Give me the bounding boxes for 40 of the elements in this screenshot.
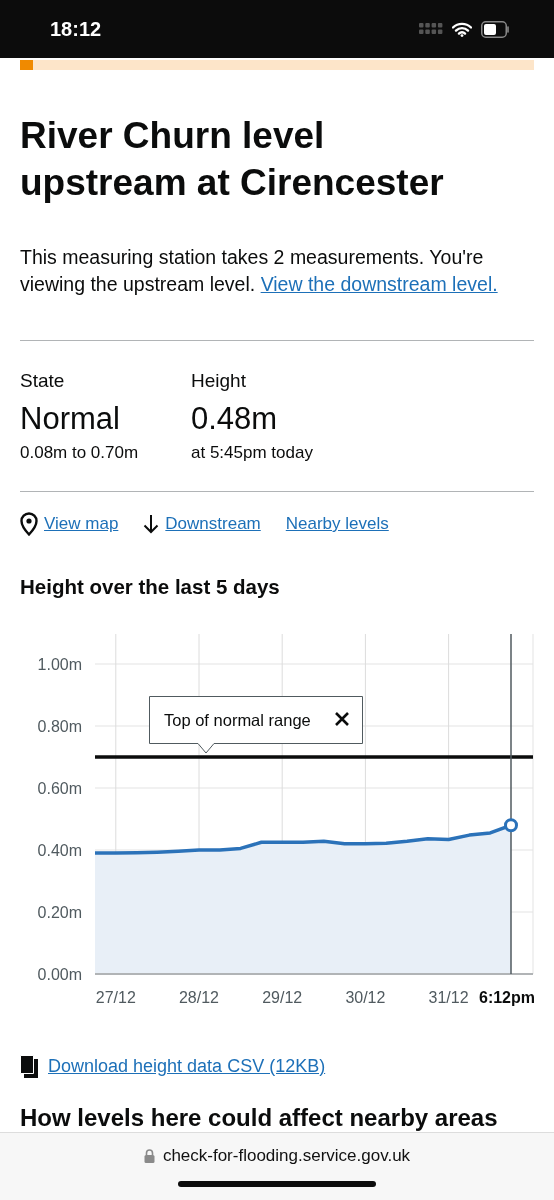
- downstream-link[interactable]: View the downstream level.: [260, 273, 498, 295]
- stat-label: State: [20, 369, 66, 393]
- axis-label: 31/12: [428, 989, 469, 1006]
- axis-label: 30/12: [345, 989, 386, 1006]
- stat-detail: 0.08m to 0.70m: [20, 442, 140, 464]
- address-bar[interactable]: check-for-flooding.service.gov.uk: [0, 1132, 554, 1200]
- stat-label: Height: [191, 369, 247, 393]
- lock-icon: [143, 1149, 155, 1163]
- chart-heading: Height over the last 5 days: [20, 574, 281, 600]
- nav-link[interactable]: Nearby levels: [285, 512, 389, 536]
- section-heading: How levels here could affect nearby areas: [20, 1103, 499, 1133]
- wifi-icon: [452, 21, 472, 37]
- close-icon[interactable]: [334, 711, 350, 727]
- axis-label: 0.60m: [37, 780, 82, 797]
- axis-label: 0.00m: [37, 966, 82, 983]
- battery-icon: [481, 20, 510, 38]
- document-icon: [20, 1054, 38, 1078]
- axis-label: 29/12: [262, 989, 303, 1006]
- axis-label: 0.80m: [37, 718, 82, 735]
- stat-value: Normal: [20, 401, 121, 437]
- intro-text: This measuring station takes 2 measurements. You're viewing the upstream level. View the downstream level.: [20, 245, 499, 297]
- axis-label: 1.00m: [37, 656, 82, 673]
- tooltip-text: Top of normal range: [164, 711, 311, 729]
- data-point: [504, 818, 518, 833]
- page-title: River Churn level upstream at Cirencester: [20, 114, 445, 205]
- axis-label: 28/12: [179, 989, 219, 1006]
- signal-icon: [419, 23, 443, 35]
- axis-label: 6:12pm: [479, 989, 535, 1006]
- url-text: check-for-flooding.service.gov.uk: [162, 1146, 411, 1166]
- axis-label: 27/12: [95, 989, 136, 1006]
- axis-label: 0.40m: [37, 842, 82, 859]
- axis-label: 0.20m: [37, 904, 82, 921]
- stat-value: 0.48m: [191, 401, 279, 437]
- download-link[interactable]: Download height data CSV (12KB): [48, 1053, 326, 1079]
- status-time: 18:12: [50, 17, 102, 41]
- stat-detail: at 5:45pm today: [191, 442, 313, 464]
- nav-link[interactable]: Downstream: [165, 512, 261, 536]
- arrow-down-icon: [143, 514, 160, 534]
- map-pin-icon: [20, 512, 38, 536]
- nav-link[interactable]: View map: [44, 512, 119, 536]
